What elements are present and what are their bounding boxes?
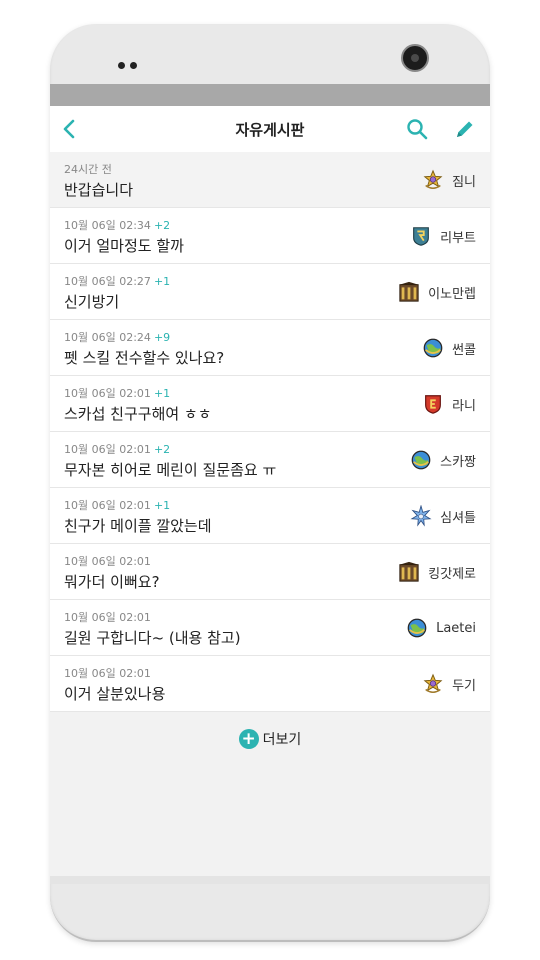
comment-count: +2 — [153, 219, 171, 232]
post-time: 10월 06일 02:01 — [64, 611, 151, 624]
post-row[interactable]: 10월 06일 02:01 이거 살분있나용 두기 — [50, 656, 490, 712]
app-header: 자유게시판 — [50, 106, 490, 152]
post-author[interactable]: Laetei — [406, 617, 476, 639]
phone-speaker — [118, 62, 137, 69]
post-meta: 10월 06일 02:01 +1 — [64, 497, 170, 513]
guild-emblem-icon — [406, 617, 428, 639]
author-name: 스카짱 — [440, 454, 476, 470]
status-bar — [50, 84, 490, 106]
post-list: 24시간 전 반갑습니다 짐니 10월 06일 02:34 +2 이거 얼마정도 … — [50, 152, 490, 712]
post-meta: 10월 06일 02:24 +9 — [64, 329, 170, 345]
author-name: 심셔틀 — [440, 510, 476, 526]
post-author[interactable]: 짐니 — [422, 169, 476, 191]
post-row[interactable]: 10월 06일 02:24 +9 펫 스킬 전수할수 있나요? 썬콜 — [50, 320, 490, 376]
post-author[interactable]: 심셔틀 — [410, 505, 476, 527]
phone-camera — [401, 44, 429, 72]
post-meta: 10월 06일 02:01 — [64, 609, 154, 625]
post-row[interactable]: 10월 06일 02:01 +1 스카섭 친구구해여 ㅎㅎ 라니 — [50, 376, 490, 432]
post-author[interactable]: 리부트 — [410, 225, 476, 247]
post-row[interactable]: 10월 06일 02:34 +2 이거 얼마정도 할까 리부트 — [50, 208, 490, 264]
search-icon[interactable] — [406, 118, 428, 140]
post-row[interactable]: 10월 06일 02:27 +1 신기방기 이노만렙 — [50, 264, 490, 320]
guild-emblem-icon — [422, 673, 444, 695]
phone-bottom-bezel — [50, 876, 490, 884]
post-author[interactable]: 스카짱 — [410, 449, 476, 471]
author-name: 썬콜 — [452, 342, 476, 358]
post-time: 10월 06일 02:01 — [64, 443, 151, 456]
post-time: 10월 06일 02:27 — [64, 275, 151, 288]
post-row[interactable]: 24시간 전 반갑습니다 짐니 — [50, 152, 490, 208]
post-author[interactable]: 썬콜 — [422, 337, 476, 359]
guild-emblem-icon — [410, 225, 432, 247]
guild-emblem-icon — [410, 505, 432, 527]
post-row[interactable]: 10월 06일 02:01 +2 무자본 히어로 메린이 질문좀요 ㅠ 스카짱 — [50, 432, 490, 488]
post-subject: 길원 구합니다~ (내용 참고) — [64, 629, 241, 647]
post-author[interactable]: 두기 — [422, 673, 476, 695]
comment-count: +1 — [153, 387, 171, 400]
load-more-button[interactable]: + 더보기 — [50, 718, 490, 760]
author-name: 킹갓제로 — [428, 566, 476, 582]
post-row[interactable]: 10월 06일 02:01 +1 친구가 메이플 깔았는데 심셔틀 — [50, 488, 490, 544]
app-screen: 자유게시판 24시간 전 반갑습니다 짐니 10월 06일 02:34 +2 이거… — [50, 106, 490, 876]
guild-emblem-icon — [398, 561, 420, 583]
post-author[interactable]: 라니 — [422, 393, 476, 415]
post-subject: 이거 살분있나용 — [64, 685, 166, 703]
comment-count: +2 — [153, 443, 171, 456]
guild-emblem-icon — [398, 281, 420, 303]
author-name: Laetei — [436, 620, 476, 636]
post-subject: 무자본 히어로 메린이 질문좀요 ㅠ — [64, 461, 277, 479]
post-time: 10월 06일 02:34 — [64, 219, 151, 232]
post-meta: 10월 06일 02:01 +2 — [64, 441, 170, 457]
comment-count: +1 — [153, 275, 171, 288]
post-author[interactable]: 이노만렙 — [398, 281, 476, 303]
post-row[interactable]: 10월 06일 02:01 뭐가더 이뻐요? 킹갓제로 — [50, 544, 490, 600]
post-subject: 친구가 메이플 깔았는데 — [64, 517, 212, 535]
post-subject: 이거 얼마정도 할까 — [64, 237, 184, 255]
post-subject: 펫 스킬 전수할수 있나요? — [64, 349, 225, 367]
author-name: 짐니 — [452, 174, 476, 190]
post-author[interactable]: 킹갓제로 — [398, 561, 476, 583]
post-time: 10월 06일 02:01 — [64, 667, 151, 680]
post-time: 24시간 전 — [64, 163, 112, 176]
post-meta: 10월 06일 02:34 +2 — [64, 217, 170, 233]
author-name: 두기 — [452, 678, 476, 694]
post-meta: 10월 06일 02:01 — [64, 553, 154, 569]
load-more-label: 더보기 — [262, 732, 302, 748]
phone-bottom-rim — [50, 880, 490, 942]
plus-circle-icon: + — [238, 729, 259, 749]
comment-count: +1 — [153, 499, 171, 512]
post-meta: 10월 06일 02:01 — [64, 665, 154, 681]
chevron-left-icon[interactable] — [60, 118, 80, 140]
post-time: 10월 06일 02:01 — [64, 555, 151, 568]
guild-emblem-icon — [422, 393, 444, 415]
author-name: 리부트 — [440, 230, 476, 246]
post-time: 10월 06일 02:01 — [64, 387, 151, 400]
post-meta: 24시간 전 — [64, 161, 115, 177]
comment-count: +9 — [153, 331, 171, 344]
author-name: 라니 — [452, 398, 476, 414]
post-time: 10월 06일 02:24 — [64, 331, 151, 344]
post-meta: 10월 06일 02:27 +1 — [64, 273, 170, 289]
author-name: 이노만렙 — [428, 286, 476, 302]
post-row[interactable]: 10월 06일 02:01 길원 구합니다~ (내용 참고) Laetei — [50, 600, 490, 656]
pencil-icon[interactable] — [454, 118, 476, 140]
page-title: 자유게시판 — [235, 120, 305, 139]
guild-emblem-icon — [410, 449, 432, 471]
guild-emblem-icon — [422, 337, 444, 359]
guild-emblem-icon — [422, 169, 444, 191]
post-subject: 반갑습니다 — [64, 181, 134, 199]
post-subject: 신기방기 — [64, 293, 120, 311]
post-subject: 뭐가더 이뻐요? — [64, 573, 160, 591]
post-meta: 10월 06일 02:01 +1 — [64, 385, 170, 401]
post-subject: 스카섭 친구구해여 ㅎㅎ — [64, 405, 212, 423]
post-time: 10월 06일 02:01 — [64, 499, 151, 512]
